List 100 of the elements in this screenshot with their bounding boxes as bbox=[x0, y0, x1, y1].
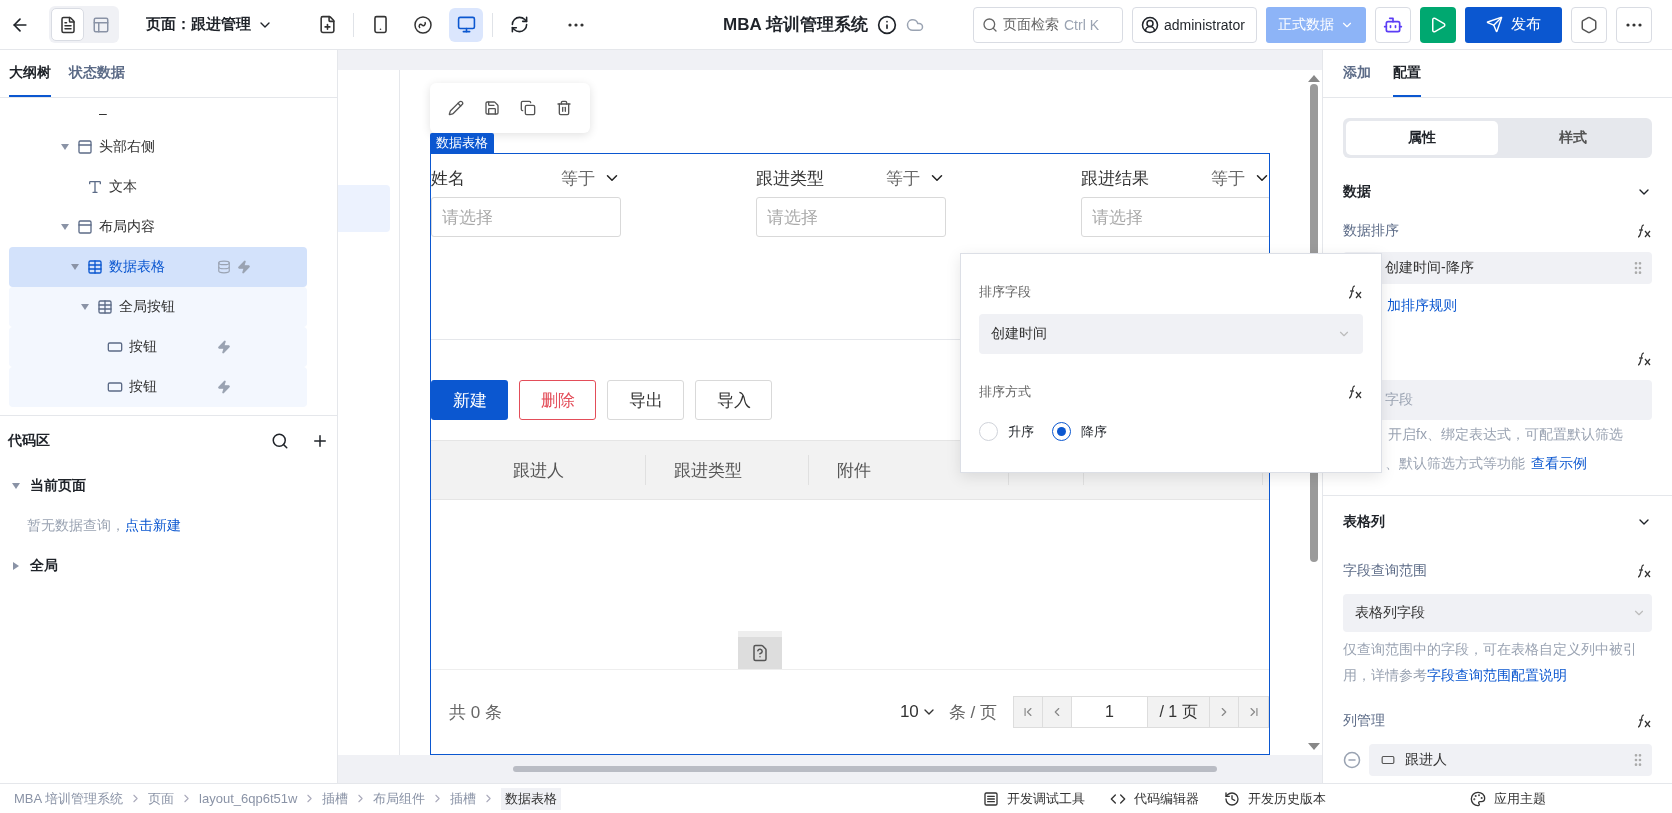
view-mode-button[interactable] bbox=[51, 8, 84, 41]
scope-doc-link[interactable]: 字段查询范围配置说明 bbox=[1427, 667, 1567, 683]
caret-icon[interactable] bbox=[12, 482, 20, 490]
tree-item[interactable]: 文本 bbox=[9, 167, 307, 207]
scroll-down-icon[interactable] bbox=[1308, 743, 1320, 751]
search-icon[interactable] bbox=[271, 432, 289, 450]
section-title: 表格列 bbox=[1343, 513, 1385, 531]
sort-field-select[interactable]: 创建时间 bbox=[979, 314, 1363, 354]
operator-dropdown[interactable]: 等于 bbox=[886, 166, 946, 190]
theme-button[interactable]: 应用主题 bbox=[1470, 789, 1546, 808]
caret-icon[interactable] bbox=[61, 223, 69, 231]
tool-button[interactable]: 开发调试工具 bbox=[983, 789, 1085, 808]
user-button[interactable]: administrator bbox=[1132, 6, 1257, 43]
action-button[interactable]: 导出 bbox=[607, 380, 684, 420]
button-shape-icon bbox=[1381, 753, 1395, 767]
edit-icon[interactable] bbox=[448, 100, 464, 116]
tool-button[interactable]: 代码编辑器 bbox=[1110, 789, 1199, 808]
operator-dropdown[interactable]: 等于 bbox=[561, 166, 621, 190]
app-title: MBA 培训管理系统 bbox=[723, 14, 868, 36]
tree-item[interactable]: – bbox=[9, 98, 307, 127]
breadcrumb-item[interactable]: 数据表格 bbox=[501, 787, 562, 810]
help-text: 、默认筛选方式等功能 bbox=[1385, 454, 1525, 473]
group-title[interactable]: 全局 bbox=[30, 557, 58, 575]
history-icon bbox=[1224, 790, 1240, 807]
panel-tab[interactable]: 添加 bbox=[1343, 50, 1371, 97]
monitor-icon bbox=[456, 15, 476, 34]
field-label: 排序字段 bbox=[979, 283, 1031, 301]
preview-button[interactable] bbox=[1420, 6, 1456, 43]
action-button[interactable]: 删除 bbox=[519, 380, 596, 420]
preview-highlight bbox=[338, 185, 390, 232]
function-icon[interactable] bbox=[1347, 384, 1363, 400]
copy-icon[interactable] bbox=[520, 100, 536, 116]
tree-item[interactable]: 头部右侧 bbox=[9, 127, 307, 167]
function-icon[interactable] bbox=[1636, 223, 1652, 239]
table-icon bbox=[97, 299, 113, 315]
settings-button[interactable] bbox=[1571, 6, 1607, 43]
help-text: 仅查询范围中的字段，可在表格自定义列中被引用，详情参考字段查询范围配置说明 bbox=[1343, 640, 1638, 685]
caret-icon[interactable] bbox=[12, 562, 20, 570]
hexagon-icon bbox=[1580, 15, 1598, 34]
field-label: 列管理 bbox=[1343, 712, 1385, 730]
delete-icon[interactable] bbox=[556, 100, 572, 116]
more-icon[interactable] bbox=[1626, 22, 1642, 27]
add-sort-rule-link[interactable]: 加排序规则 bbox=[1387, 297, 1457, 315]
function-icon[interactable] bbox=[1636, 351, 1652, 367]
page-selector[interactable]: 页面：跟进管理 bbox=[146, 15, 273, 34]
filter-label: 跟进结果 bbox=[1081, 167, 1149, 190]
tree-item[interactable]: 按钮 bbox=[9, 327, 307, 367]
page-total: / 1 页 bbox=[1148, 697, 1210, 727]
function-icon[interactable] bbox=[1636, 713, 1652, 729]
table-icon bbox=[87, 259, 103, 275]
refresh-icon[interactable] bbox=[510, 15, 529, 34]
page-input[interactable]: 1 bbox=[1072, 697, 1148, 727]
panel-tab[interactable]: 大纲树 bbox=[9, 50, 51, 97]
text-icon bbox=[87, 179, 103, 195]
tool-button[interactable]: 开发历史版本 bbox=[1224, 789, 1326, 808]
filter-label: 跟进类型 bbox=[756, 167, 824, 190]
panel-icon bbox=[983, 790, 999, 807]
create-link[interactable]: 点击新建 bbox=[125, 517, 181, 535]
operator-dropdown[interactable]: 等于 bbox=[1211, 166, 1269, 190]
more-icon[interactable] bbox=[568, 22, 584, 27]
user-icon bbox=[1141, 15, 1159, 34]
segment-tab[interactable]: 样式 bbox=[1497, 121, 1649, 155]
empty-message: 暂无数据查询， bbox=[27, 517, 125, 535]
group-title[interactable]: 当前页面 bbox=[30, 477, 86, 495]
add-icon[interactable] bbox=[311, 432, 329, 450]
panel-tab[interactable]: 配置 bbox=[1393, 50, 1421, 97]
device-button[interactable] bbox=[449, 7, 483, 42]
info-icon[interactable] bbox=[876, 14, 897, 35]
scroll-up-icon[interactable] bbox=[1308, 74, 1320, 82]
search-field[interactable]: 页面检索 Ctrl K bbox=[973, 6, 1123, 43]
panel-tab[interactable]: 状态数据 bbox=[69, 50, 125, 97]
document-icon bbox=[58, 15, 77, 34]
caret-icon[interactable] bbox=[61, 143, 69, 151]
scrollbar-thumb[interactable] bbox=[513, 766, 1217, 772]
scope-select[interactable]: 表格列字段 bbox=[1343, 594, 1652, 632]
palette-icon bbox=[1470, 790, 1486, 807]
sort-order-radio[interactable]: 升序 bbox=[979, 422, 1034, 441]
caret-icon[interactable] bbox=[81, 303, 89, 311]
function-icon[interactable] bbox=[1347, 284, 1363, 300]
tree-item[interactable]: 全局按钮 bbox=[9, 287, 307, 327]
function-icon[interactable] bbox=[1636, 563, 1652, 579]
column-header: 跟进人 bbox=[431, 455, 646, 485]
play-icon bbox=[1429, 15, 1447, 34]
file-plus-icon bbox=[317, 15, 337, 34]
segment-tab[interactable]: 属性 bbox=[1346, 121, 1498, 155]
action-button[interactable]: 导入 bbox=[695, 380, 772, 420]
layout-icon bbox=[91, 15, 110, 34]
example-link[interactable]: 查看示例 bbox=[1531, 449, 1587, 478]
page-size-dropdown[interactable]: 10 bbox=[899, 702, 937, 722]
per-page-label: 条 / 页 bbox=[948, 701, 997, 724]
tree-item[interactable]: 布局内容 bbox=[9, 207, 307, 247]
publish-button[interactable]: 发布 bbox=[1465, 6, 1562, 43]
column-item[interactable]: 跟进人 bbox=[1369, 744, 1652, 776]
action-button[interactable]: 新建 bbox=[431, 380, 508, 420]
save-icon[interactable] bbox=[484, 100, 500, 116]
field-label: 数据排序 bbox=[1343, 222, 1399, 240]
sort-order-radio[interactable]: 降序 bbox=[1052, 422, 1107, 441]
tree-item[interactable]: 按钮 bbox=[9, 367, 307, 407]
loop-circle-icon[interactable] bbox=[413, 14, 433, 35]
robot-button[interactable] bbox=[1375, 6, 1411, 43]
